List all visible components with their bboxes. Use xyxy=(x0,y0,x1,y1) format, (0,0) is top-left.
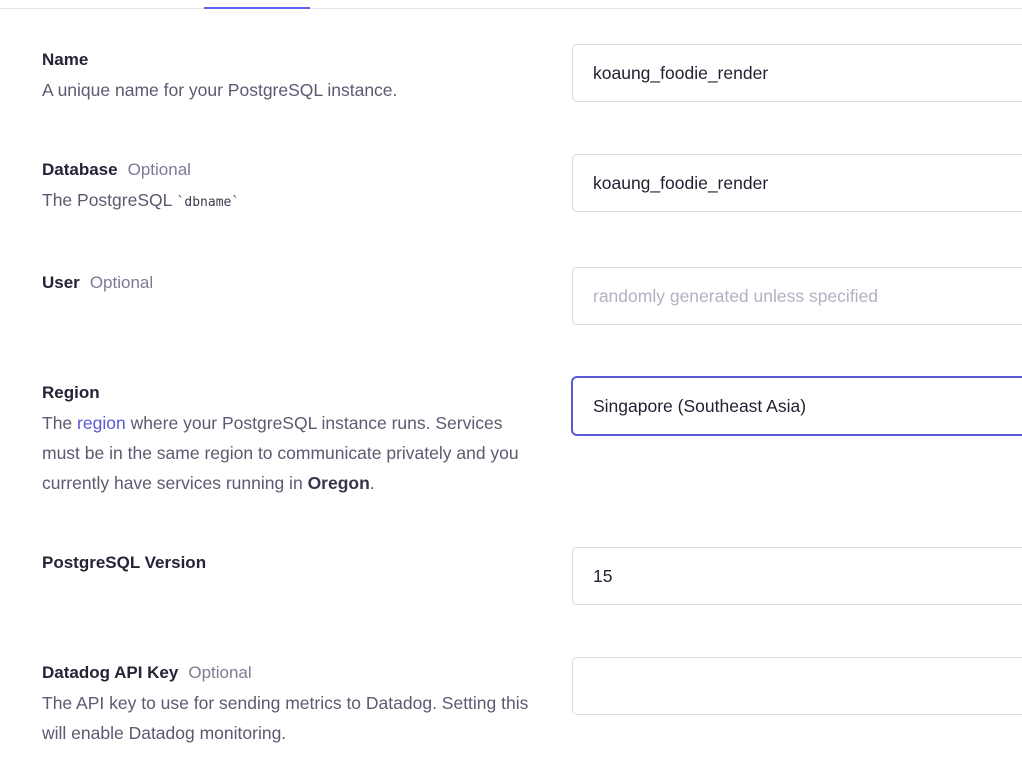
version-select-value: 15 xyxy=(593,565,613,586)
database-description-code: `dbname` xyxy=(176,195,240,210)
user-input-placeholder: randomly generated unless specified xyxy=(593,285,879,306)
region-field-info: Region The region where your PostgreSQL … xyxy=(42,382,532,498)
database-field-info: Database Optional The PostgreSQL `dbname` xyxy=(42,159,542,218)
region-help-link[interactable]: region xyxy=(77,413,126,433)
name-input[interactable]: koaung_foodie_render xyxy=(572,44,1022,102)
datadog-field-info: Datadog API Key Optional The API key to u… xyxy=(42,662,532,748)
version-label: PostgreSQL Version xyxy=(42,553,207,572)
database-description: The PostgreSQL `dbname` xyxy=(42,185,542,218)
datadog-description: The API key to use for sending metrics t… xyxy=(42,693,529,743)
database-input[interactable]: koaung_foodie_render xyxy=(572,154,1022,212)
database-label: Database xyxy=(42,160,118,179)
user-optional-tag: Optional xyxy=(89,273,154,292)
name-label: Name xyxy=(42,50,89,69)
version-field-info: PostgreSQL Version xyxy=(42,552,542,574)
user-input[interactable]: randomly generated unless specified xyxy=(572,267,1022,325)
name-input-value: koaung_foodie_render xyxy=(593,62,769,83)
region-desc-end: . xyxy=(369,473,375,493)
region-label: Region xyxy=(42,383,100,402)
user-label: User xyxy=(42,273,80,292)
region-description: The region where your PostgreSQL instanc… xyxy=(42,408,532,498)
database-optional-tag: Optional xyxy=(127,160,191,179)
name-description: A unique name for your PostgreSQL instan… xyxy=(42,80,398,100)
version-select[interactable]: 15 xyxy=(572,547,1022,605)
user-field-info: User Optional xyxy=(42,272,542,294)
region-select-value: Singapore (Southeast Asia) xyxy=(593,395,807,416)
tab-divider xyxy=(0,8,1022,9)
region-select[interactable]: Singapore (Southeast Asia) xyxy=(572,377,1022,435)
database-input-value: koaung_foodie_render xyxy=(593,172,769,193)
datadog-optional-tag: Optional xyxy=(188,663,252,682)
active-tab-indicator xyxy=(204,7,310,9)
region-current-region: Oregon xyxy=(307,473,370,493)
datadog-api-key-input[interactable] xyxy=(572,657,1022,715)
database-description-text: The PostgreSQL xyxy=(42,190,172,210)
name-field-info: Name A unique name for your PostgreSQL i… xyxy=(42,49,542,105)
datadog-label: Datadog API Key xyxy=(42,663,179,682)
database-label-line: Database Optional xyxy=(42,159,542,181)
datadog-label-line: Datadog API Key Optional xyxy=(42,662,532,684)
create-postgres-form: Name A unique name for your PostgreSQL i… xyxy=(0,0,1022,757)
user-label-line: User Optional xyxy=(42,272,542,294)
region-desc-part1: The xyxy=(42,413,73,433)
